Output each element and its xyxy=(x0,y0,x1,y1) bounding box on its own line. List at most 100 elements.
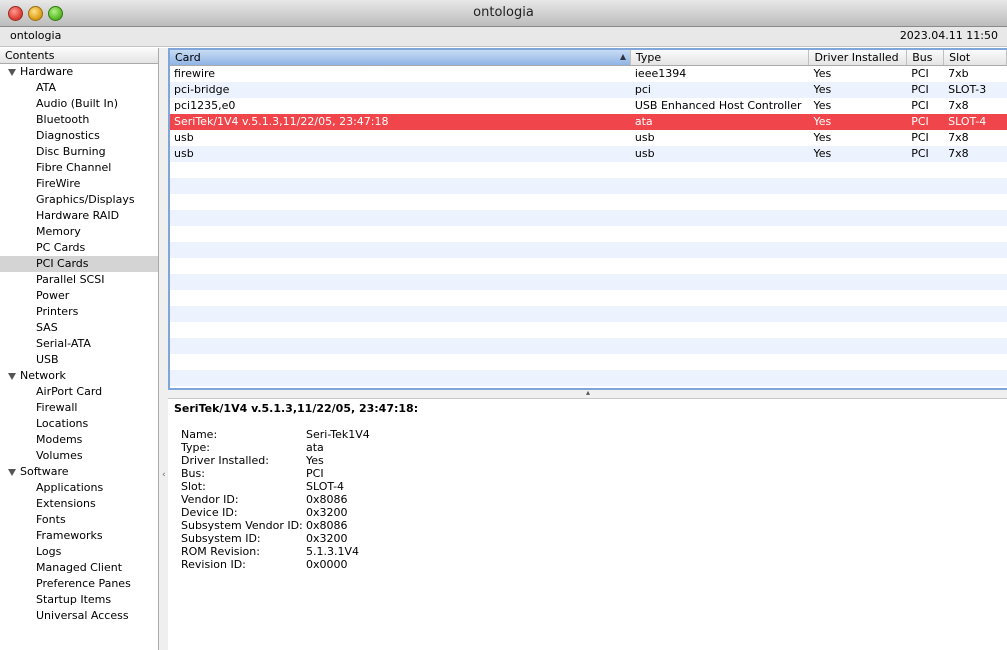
column-header-slot[interactable]: Slot xyxy=(944,50,1007,65)
cell-bus: PCI xyxy=(911,67,929,80)
sidebar-group-software[interactable]: Software xyxy=(0,464,158,480)
empty-table-row xyxy=(170,370,1007,386)
empty-table-row xyxy=(170,338,1007,354)
sidebar-item-frameworks[interactable]: Frameworks xyxy=(0,528,158,544)
pane-splitter[interactable]: ▴ xyxy=(168,388,1007,399)
cell-type: ieee1394 xyxy=(634,67,687,80)
sidebar-item-bluetooth[interactable]: Bluetooth xyxy=(0,112,158,128)
empty-table-row xyxy=(170,354,1007,370)
table-row[interactable]: pci-bridge pci Yes PCI SLOT-3 xyxy=(170,82,1007,98)
column-header-card[interactable]: Card xyxy=(170,50,631,65)
sidebar-item-serial-ata[interactable]: Serial-ATA xyxy=(0,336,158,352)
sidebar-item-locations[interactable]: Locations xyxy=(0,416,158,432)
sidebar-item-parallel-scsi[interactable]: Parallel SCSI xyxy=(0,272,158,288)
splitter-grip-icon: ‹ xyxy=(162,470,166,480)
sidebar-item-extensions[interactable]: Extensions xyxy=(0,496,158,512)
cell-driver-installed: Yes xyxy=(813,131,832,144)
detail-field-subsystem-id: Subsystem ID: 0x3200 xyxy=(181,532,370,545)
empty-table-row xyxy=(170,226,1007,242)
empty-table-row xyxy=(170,162,1007,178)
contents-tree: Hardware ATA Audio (Built In) Bluetooth Diag… xyxy=(0,64,158,624)
sidebar-item-modems[interactable]: Modems xyxy=(0,432,158,448)
sidebar-group-label: Software xyxy=(20,465,69,478)
sidebar-item-ata[interactable]: ATA xyxy=(0,80,158,96)
column-header-label: Driver Installed xyxy=(814,51,899,64)
sort-ascending-icon xyxy=(619,54,626,60)
column-header-type[interactable]: Type xyxy=(631,50,810,65)
cell-card: SeriTek/1V4 v.5.1.3,11/22/05, 23:47:18 xyxy=(174,115,389,128)
detail-field-key: Slot: xyxy=(181,480,206,493)
sidebar-item-fonts[interactable]: Fonts xyxy=(0,512,158,528)
detail-field-key: Type: xyxy=(181,441,210,454)
sidebar-item-graphics-displays[interactable]: Graphics/Displays xyxy=(0,192,158,208)
table-row[interactable]: usb usb Yes PCI 7x8 xyxy=(170,130,1007,146)
detail-field-value: 0x8086 xyxy=(306,493,348,506)
detail-field-bus: Bus: PCI xyxy=(181,467,370,480)
detail-field-rom-revision: ROM Revision: 5.1.3.1V4 xyxy=(181,545,370,558)
cell-type: USB Enhanced Host Controller xyxy=(634,99,802,112)
empty-table-row xyxy=(170,194,1007,210)
detail-field-type: Type: ata xyxy=(181,441,370,454)
sidebar-item-startup-items[interactable]: Startup Items xyxy=(0,592,158,608)
detail-field-value: 0x3200 xyxy=(306,532,348,545)
sidebar-item-usb[interactable]: USB xyxy=(0,352,158,368)
detail-field-key: ROM Revision: xyxy=(181,545,260,558)
table-row[interactable]: pci1235,e0 USB Enhanced Host Controller Ye… xyxy=(170,98,1007,114)
sidebar-item-power[interactable]: Power xyxy=(0,288,158,304)
sidebar-item-volumes[interactable]: Volumes xyxy=(0,448,158,464)
sidebar-group-network[interactable]: Network xyxy=(0,368,158,384)
column-header-driver-installed[interactable]: Driver Installed xyxy=(809,50,908,65)
detail-field-key: Device ID: xyxy=(181,506,238,519)
detail-field-key: Bus: xyxy=(181,467,205,480)
column-header-label: Slot xyxy=(949,51,971,64)
sidebar-item-diagnostics[interactable]: Diagnostics xyxy=(0,128,158,144)
sidebar-item-pc-cards[interactable]: PC Cards xyxy=(0,240,158,256)
table-row[interactable]: firewire ieee1394 Yes PCI 7xb xyxy=(170,66,1007,82)
column-header-label: Card xyxy=(175,51,201,64)
cell-driver-installed: Yes xyxy=(813,83,832,96)
detail-field-value: 5.1.3.1V4 xyxy=(306,545,360,558)
cell-slot: 7xb xyxy=(948,67,969,80)
sidebar-item-logs[interactable]: Logs xyxy=(0,544,158,560)
sidebar-item-airport-card[interactable]: AirPort Card xyxy=(0,384,158,400)
table-row[interactable]: SeriTek/1V4 v.5.1.3,11/22/05, 23:47:18 at… xyxy=(170,114,1007,130)
sidebar-item-memory[interactable]: Memory xyxy=(0,224,158,240)
sidebar-item-printers[interactable]: Printers xyxy=(0,304,158,320)
empty-table-row xyxy=(170,258,1007,274)
window-title: ontologia xyxy=(473,5,534,20)
contents-sidebar: Contents Hardware ATA Audio (Built In) Blue… xyxy=(0,48,159,650)
sidebar-item-universal-access[interactable]: Universal Access xyxy=(0,608,158,624)
report-datetime: 2023.04.11 11:50 xyxy=(899,29,998,42)
cell-driver-installed: Yes xyxy=(813,67,832,80)
cell-type: pci xyxy=(634,83,651,96)
sidebar-item-fibre-channel[interactable]: Fibre Channel xyxy=(0,160,158,176)
sidebar-item-managed-client[interactable]: Managed Client xyxy=(0,560,158,576)
detail-field-value: Yes xyxy=(306,454,324,467)
disclosure-triangle-icon[interactable] xyxy=(8,372,16,380)
sidebar-group-hardware[interactable]: Hardware xyxy=(0,64,158,80)
cell-card: usb xyxy=(174,147,194,160)
sidebar-item-applications[interactable]: Applications xyxy=(0,480,158,496)
sidebar-item-hardware-raid[interactable]: Hardware RAID xyxy=(0,208,158,224)
detail-field-slot: Slot: SLOT-4 xyxy=(181,480,370,493)
sidebar-item-disc-burning[interactable]: Disc Burning xyxy=(0,144,158,160)
sidebar-item-firewall[interactable]: Firewall xyxy=(0,400,158,416)
table-row[interactable]: usb usb Yes PCI 7x8 xyxy=(170,146,1007,162)
column-header-bus[interactable]: Bus xyxy=(907,50,945,65)
sidebar-item-firewire[interactable]: FireWire xyxy=(0,176,158,192)
sidebar-item-sas[interactable]: SAS xyxy=(0,320,158,336)
sidebar-group-label: Hardware xyxy=(20,65,74,78)
cell-slot: SLOT-3 xyxy=(948,83,987,96)
column-header-label: Bus xyxy=(912,51,933,64)
detail-field-driver-installed: Driver Installed: Yes xyxy=(181,454,370,467)
empty-table-row xyxy=(170,178,1007,194)
sidebar-item-preference-panes[interactable]: Preference Panes xyxy=(0,576,158,592)
empty-table-row xyxy=(170,306,1007,322)
detail-field-value: 0x3200 xyxy=(306,506,348,519)
disclosure-triangle-icon[interactable] xyxy=(8,468,16,476)
disclosure-triangle-icon[interactable] xyxy=(8,68,16,76)
detail-field-value: PCI xyxy=(306,467,324,480)
sidebar-item-pci-cards[interactable]: PCI Cards xyxy=(0,256,158,272)
sidebar-item-audio-built-in[interactable]: Audio (Built In) xyxy=(0,96,158,112)
detail-pane: SeriTek/1V4 v.5.1.3,11/22/05, 23:47:18: … xyxy=(168,399,1007,650)
